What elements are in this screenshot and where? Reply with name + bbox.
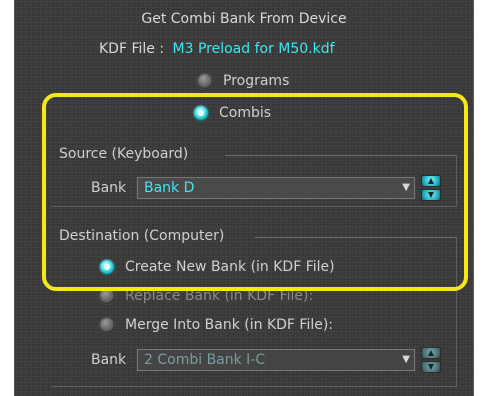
radio-create-new-bank-indicator[interactable] bbox=[99, 259, 115, 275]
kdf-file-row: KDF File : M3 Preload for M50.kdf bbox=[99, 41, 335, 57]
source-bank-value: Bank D bbox=[144, 180, 195, 196]
destination-bank-label: Bank bbox=[91, 352, 127, 368]
radio-create-new-bank-label: Create New Bank (in KDF File) bbox=[125, 259, 335, 275]
get-combi-bank-dialog: Get Combi Bank From Device KDF File : M3… bbox=[14, 0, 474, 396]
radio-programs-indicator[interactable] bbox=[197, 73, 213, 89]
radio-combis-label: Combis bbox=[219, 105, 272, 121]
radio-programs-label: Programs bbox=[223, 73, 290, 89]
destination-bank-value: 2 Combi Bank I-C bbox=[144, 352, 266, 368]
destination-bank-select[interactable]: 2 Combi Bank I-C ▼ bbox=[137, 349, 415, 371]
dialog-title: Get Combi Bank From Device bbox=[141, 11, 347, 27]
chevron-down-icon: ▼ bbox=[402, 354, 410, 365]
kdf-file-name: M3 Preload for M50.kdf bbox=[172, 41, 335, 57]
radio-replace-bank[interactable]: Replace Bank (in KDF File): bbox=[99, 288, 313, 304]
kdf-file-label: KDF File : bbox=[99, 41, 165, 57]
radio-replace-bank-label: Replace Bank (in KDF File): bbox=[125, 288, 314, 304]
destination-bank-stepper[interactable]: ▲ ▼ bbox=[421, 347, 441, 373]
stepper-up-icon[interactable]: ▲ bbox=[421, 347, 441, 359]
source-bank-select[interactable]: Bank D ▼ bbox=[137, 177, 415, 199]
radio-replace-bank-indicator[interactable] bbox=[99, 288, 115, 304]
radio-combis-indicator[interactable] bbox=[193, 105, 209, 121]
stepper-down-icon[interactable]: ▼ bbox=[421, 189, 441, 201]
source-bank-stepper[interactable]: ▲ ▼ bbox=[421, 175, 441, 201]
stepper-up-icon[interactable]: ▲ bbox=[421, 175, 441, 187]
radio-merge-into-bank-label: Merge Into Bank (in KDF File): bbox=[125, 317, 334, 333]
radio-create-new-bank[interactable]: Create New Bank (in KDF File) bbox=[99, 259, 335, 275]
radio-programs[interactable]: Programs bbox=[197, 73, 289, 89]
source-bank-label: Bank bbox=[91, 180, 127, 196]
radio-merge-into-bank[interactable]: Merge Into Bank (in KDF File): bbox=[99, 317, 333, 333]
chevron-down-icon: ▼ bbox=[402, 182, 410, 193]
radio-merge-into-bank-indicator[interactable] bbox=[99, 317, 115, 333]
stepper-down-icon[interactable]: ▼ bbox=[421, 361, 441, 373]
radio-combis[interactable]: Combis bbox=[193, 105, 271, 121]
